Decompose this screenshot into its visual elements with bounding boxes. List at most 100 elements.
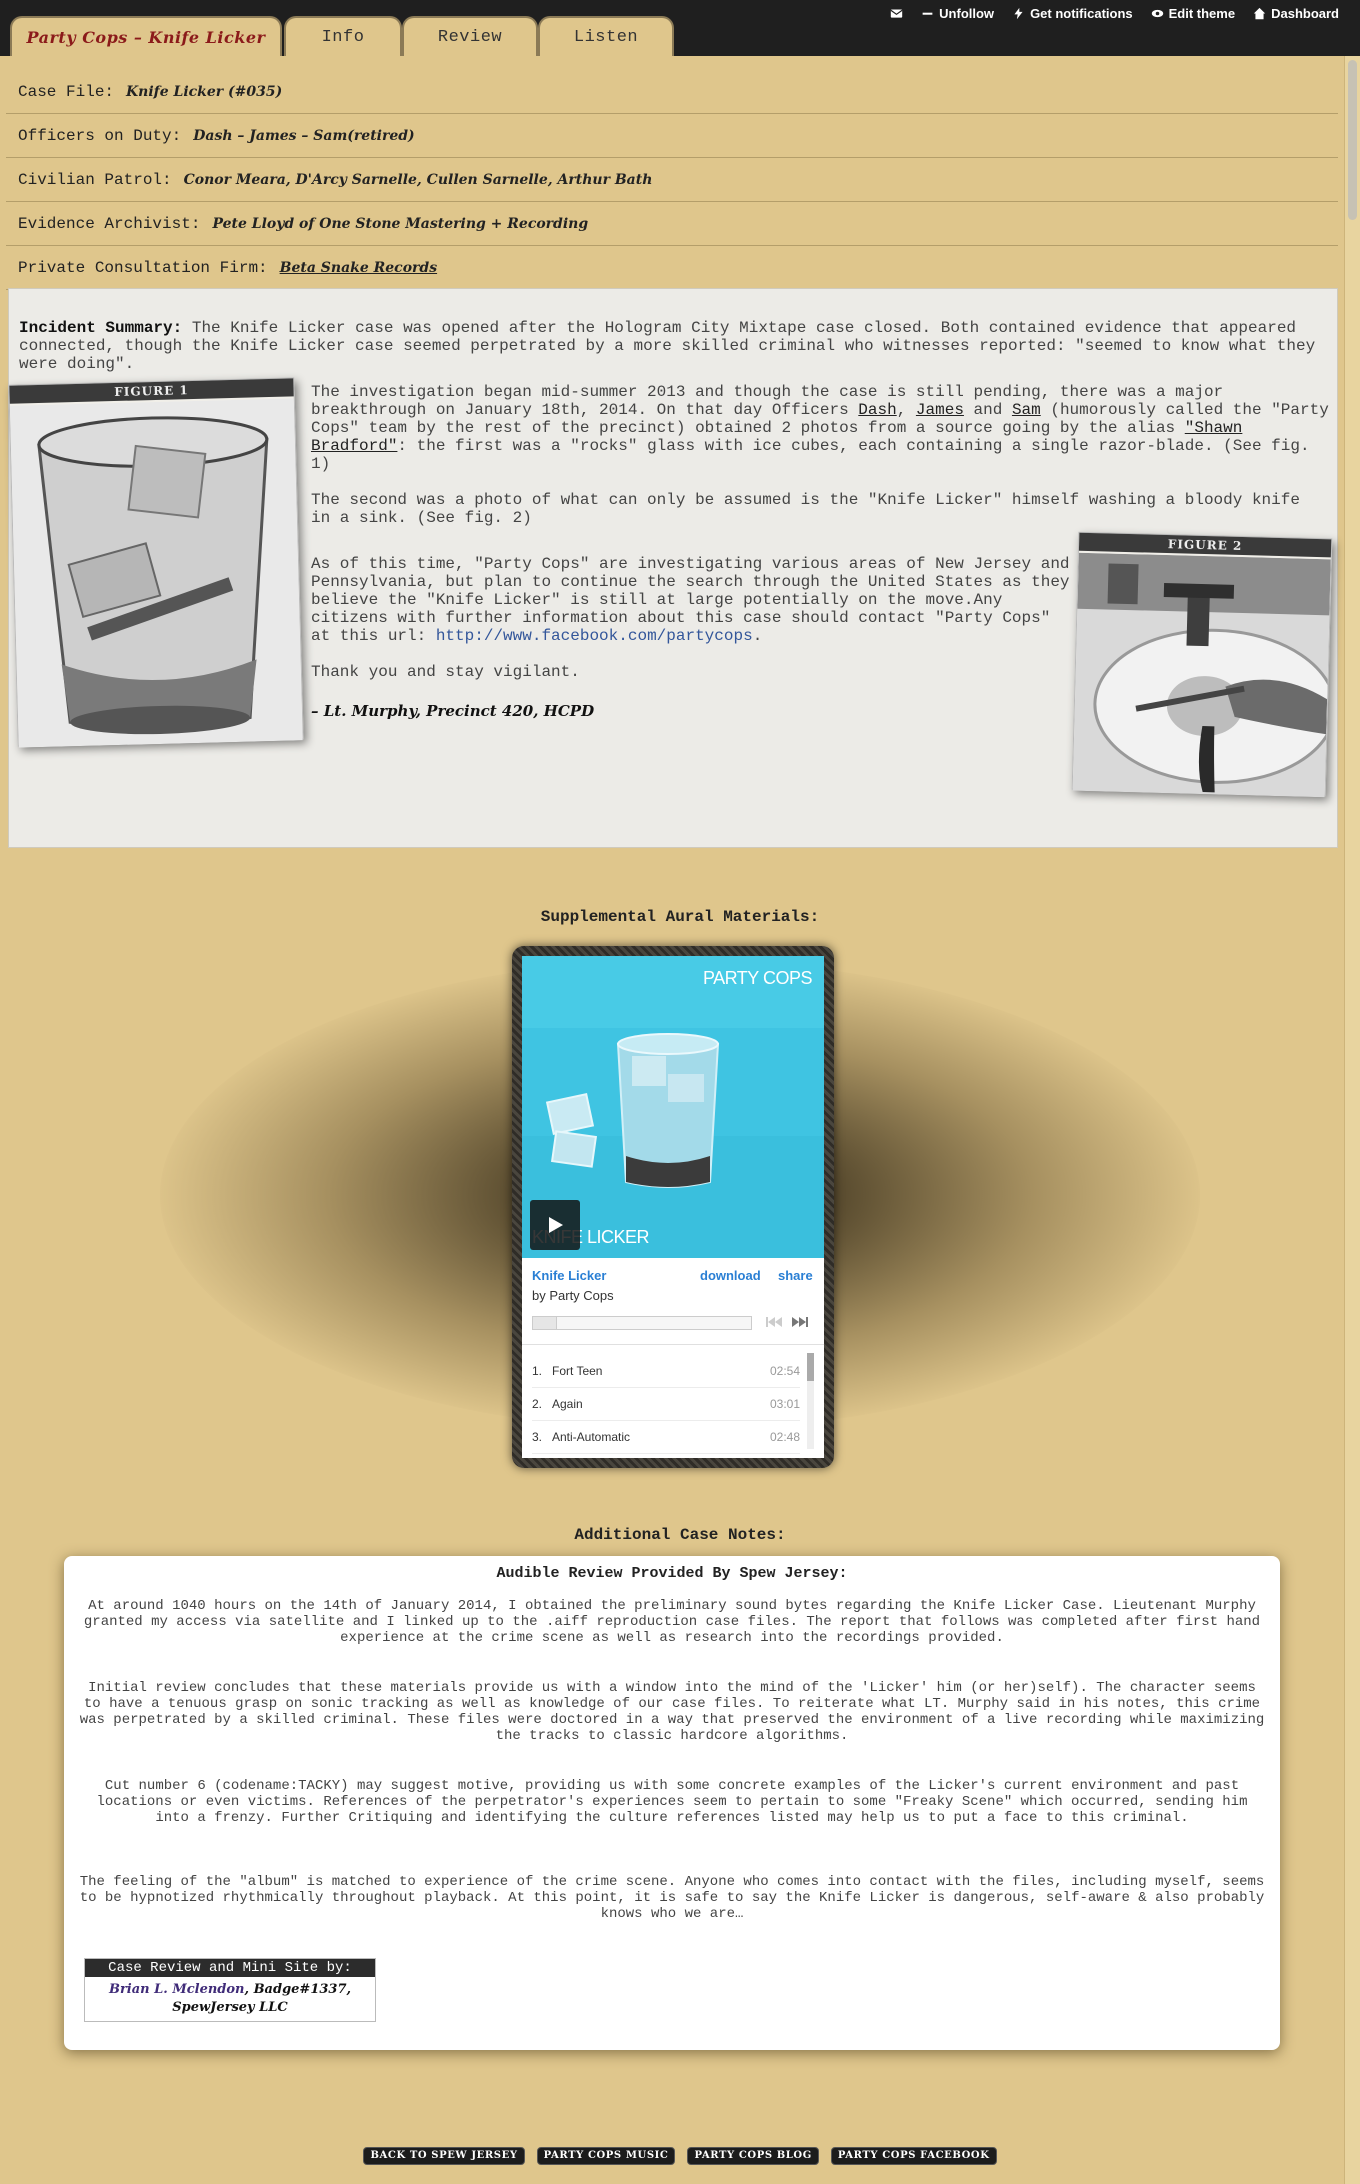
track-name: Anti-Automatic (552, 1430, 631, 1444)
track-name: Again (552, 1397, 583, 1411)
track-item[interactable]: 2. Again 03:01 (532, 1388, 800, 1421)
next-track-button[interactable] (792, 1316, 808, 1332)
notifications-label: Get notifications (1030, 5, 1133, 21)
prev-track-button[interactable] (766, 1316, 782, 1332)
officer-james-link[interactable]: James (916, 401, 964, 419)
track-number: 1. (532, 1364, 543, 1378)
review-paragraph-2: Initial review concludes that these mate… (79, 1680, 1265, 1744)
evidence-archivist-row: Evidence Archivist: Pete Lloyd of One St… (6, 202, 1338, 246)
mail-icon (890, 8, 903, 18)
officers-label: Officers on Duty: (18, 126, 182, 145)
credit-name: Brian L. Mclendon, Badge#1337, SpewJerse… (85, 1977, 375, 2017)
civilian-value: Conor Meara, D'Arcy Sarnelle, Cullen Sar… (183, 171, 653, 188)
party-cops-music-link[interactable]: PARTY COPS MUSIC (536, 2147, 676, 2165)
edit-theme-label: Edit theme (1168, 5, 1236, 21)
party-cops-facebook-link[interactable]: PARTY COPS FACEBOOK (830, 2147, 997, 2165)
firm-label: Private Consultation Firm: (18, 258, 268, 277)
track-item[interactable]: 1. Fort Teen 02:54 (532, 1355, 800, 1388)
p2-comma: , (896, 401, 916, 419)
p2-text-c: : the first was a "rocks" glass with ice… (311, 437, 1310, 473)
firm-link[interactable]: Beta Snake Records (280, 260, 437, 276)
progress-knob[interactable] (533, 1317, 557, 1329)
consultation-firm-row: Private Consultation Firm: Beta Snake Re… (6, 246, 1338, 290)
track-list-scroll-thumb[interactable] (807, 1353, 814, 1381)
credit-organization: SpewJersey LLC (172, 2000, 288, 2015)
tab-info[interactable]: Info (284, 16, 402, 56)
player-artist: by Party Cops (532, 1288, 614, 1303)
track-number: 2. (532, 1397, 543, 1411)
officers-row: Officers on Duty: Dash – James – Sam(ret… (6, 114, 1338, 158)
tab-listen[interactable]: Listen (538, 16, 674, 56)
album-art: PARTY COPS KNIFE LICKER (522, 956, 824, 1258)
case-file-row: Case File: Knife Licker (#035) (6, 70, 1338, 114)
back-to-spew-jersey-link[interactable]: BACK TO SPEW JERSEY (363, 2147, 525, 2165)
play-button[interactable] (530, 1200, 580, 1250)
credit-heading: Case Review and Mini Site by: (85, 1959, 375, 1977)
officer-dash-link[interactable]: Dash (858, 401, 896, 419)
next-icon (792, 1317, 808, 1327)
p4-text-b: . (752, 627, 763, 645)
page-scrollbar[interactable] (1344, 56, 1360, 2184)
tab-review[interactable]: Review (402, 16, 538, 56)
footer-links: BACK TO SPEW JERSEY PARTY COPS MUSIC PAR… (0, 2147, 1360, 2165)
tab-party-cops[interactable]: Party Cops – Knife Licker (10, 16, 282, 56)
incident-paragraph-4: As of this time, "Party Cops" are invest… (311, 555, 1071, 645)
sink-photo (1072, 552, 1331, 798)
case-file-label: Case File: (18, 82, 115, 101)
review-card: Audible Review Provided By Spew Jersey: … (64, 1556, 1280, 2050)
track-list: 1. Fort Teen 02:54 2. Again 03:01 3. Ant… (522, 1344, 824, 1458)
review-paragraph-1: At around 1040 hours on the 14th of Janu… (83, 1598, 1261, 1646)
tumblr-controls: Unfollow Get notifications Edit theme Da… (883, 2, 1346, 24)
party-cops-blog-link[interactable]: PARTY COPS BLOG (687, 2147, 819, 2165)
scrollbar-thumb[interactable] (1348, 60, 1357, 220)
bandcamp-player: PARTY COPS KNIFE LICKER Knife Licker by … (512, 946, 834, 1468)
p2-and: and (963, 401, 1012, 419)
play-icon (549, 1217, 563, 1233)
case-file-value: Knife Licker (#035) (126, 83, 283, 100)
unfollow-button[interactable]: Unfollow (914, 2, 1001, 24)
archivist-value: Pete Lloyd of One Stone Mastering + Reco… (212, 215, 589, 232)
credit-badge: , Badge#1337, (244, 1982, 352, 1997)
facebook-url-link[interactable]: http://www.facebook.com/partycops (436, 627, 753, 645)
officer-sam-link[interactable]: Sam (1012, 401, 1041, 419)
share-link[interactable]: share (778, 1268, 813, 1283)
incident-paragraph-2: The investigation began mid-summer 2013 … (311, 383, 1329, 473)
player-inner: PARTY COPS KNIFE LICKER Knife Licker by … (522, 956, 824, 1458)
credit-box: Case Review and Mini Site by: Brian L. M… (84, 1958, 376, 2022)
album-art-title: PARTY COPS (702, 968, 813, 988)
review-paragraph-4: The feeling of the "album" is matched to… (79, 1874, 1265, 1922)
incident-summary-text: The Knife Licker case was opened after t… (19, 319, 1316, 373)
review-paragraph-3: Cut number 6 (codename:TACKY) may sugges… (96, 1778, 1248, 1826)
figure-1: FIGURE 1 (8, 377, 304, 748)
signature: – Lt. Murphy, Precinct 420, HCPD (311, 702, 595, 720)
track-number: 3. (532, 1430, 543, 1444)
edit-theme-button[interactable]: Edit theme (1144, 2, 1242, 24)
credit-author-link[interactable]: Brian L. Mclendon (109, 1982, 245, 1997)
unfollow-label: Unfollow (939, 5, 995, 21)
prev-icon (766, 1317, 782, 1327)
incident-paragraph-5: Thank you and stay vigilant. (311, 663, 580, 681)
track-time: 02:48 (769, 1430, 800, 1444)
message-button[interactable] (883, 2, 910, 24)
officers-value: Dash – James – Sam(retired) (193, 127, 415, 144)
track-time: 03:01 (769, 1397, 800, 1411)
supplemental-title: Supplemental Aural Materials: (540, 908, 820, 926)
review-title: Audible Review Provided By Spew Jersey: (496, 1565, 848, 1582)
dashboard-label: Dashboard (1271, 5, 1339, 21)
ice-glass-photo (9, 398, 303, 748)
player-album-title[interactable]: Knife Licker (532, 1268, 606, 1283)
dashboard-button[interactable]: Dashboard (1246, 2, 1346, 24)
download-link[interactable]: download (700, 1268, 761, 1283)
figure-2: FIGURE 2 (1071, 531, 1333, 798)
eye-icon (1151, 9, 1163, 17)
incident-panel: Incident Summary: The Knife Licker case … (8, 288, 1338, 848)
incident-summary-label: Incident Summary: (19, 319, 183, 337)
civilian-label: Civilian Patrol: (18, 170, 172, 189)
track-list-scrollbar[interactable] (807, 1353, 814, 1449)
track-item[interactable]: 3. Anti-Automatic 02:48 (532, 1421, 800, 1454)
archivist-label: Evidence Archivist: (18, 214, 201, 233)
track-time: 02:54 (769, 1364, 800, 1378)
track-name: Fort Teen (552, 1364, 603, 1378)
progress-bar[interactable] (532, 1316, 752, 1330)
get-notifications-button[interactable]: Get notifications (1005, 2, 1140, 24)
